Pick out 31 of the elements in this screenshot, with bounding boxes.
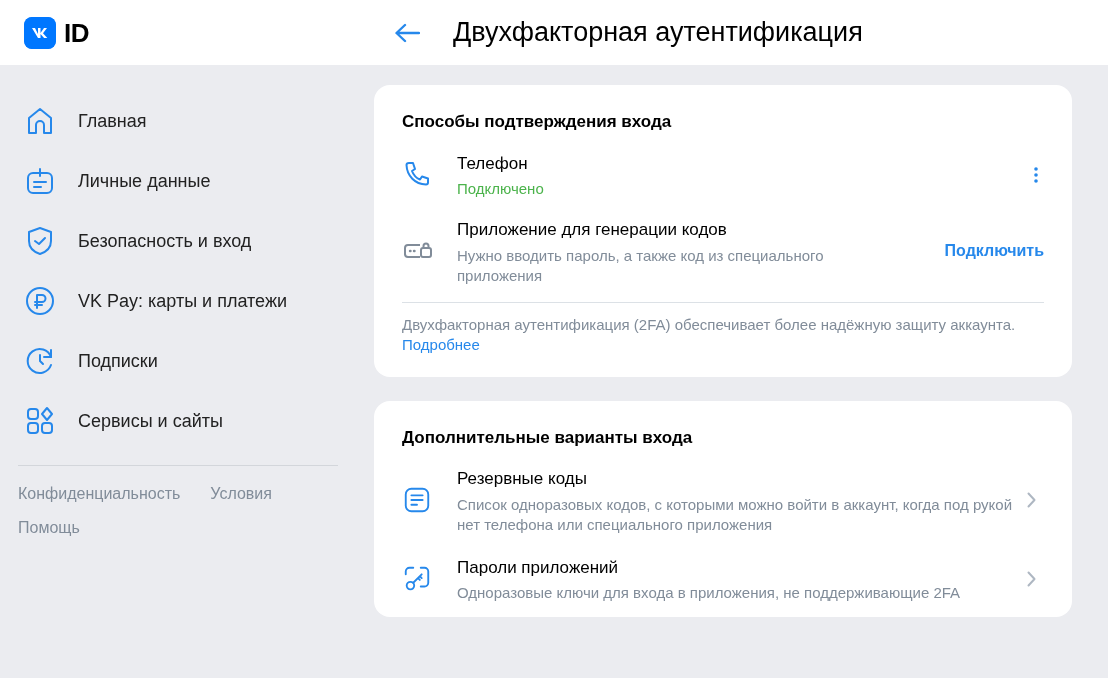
option-description: Список одноразовых кодов, с которыми можно войти в аккаунт, когда под рукой нет телефона или специального приложения [457, 494, 1014, 535]
more-menu-icon[interactable] [1034, 166, 1038, 183]
grid-icon [24, 405, 56, 437]
logo-text: ID [64, 19, 89, 46]
connect-link[interactable]: Подключить [944, 242, 1044, 260]
ruble-icon [24, 285, 56, 317]
sidebar-item[interactable]: Безопасность и вход [18, 211, 338, 271]
chevron-right-icon [1027, 570, 1036, 587]
method-description: Нужно вводить пароль, а также код из специального приложения [457, 245, 825, 286]
back-arrow-icon[interactable] [394, 22, 420, 43]
option-row[interactable]: Пароли приложений Одноразовые ключи для входа в приложения, не поддерживающие 2FA [402, 554, 1044, 603]
info-text: Двухфакторная аутентификация (2FA) обеспечивает более надёжную защиту аккаунта. Подробнее [402, 314, 1017, 355]
vk-logo-icon [24, 16, 56, 49]
sidebar-item[interactable]: VK Pay: карты и платежи [18, 271, 338, 331]
chevron-right-icon [1027, 492, 1036, 509]
option-title: Резервные коды [457, 468, 588, 490]
page-title: Двухфакторная аутентификация [453, 16, 863, 50]
sidebar-item[interactable]: Сервисы и сайты [18, 391, 338, 451]
method-title: Приложение для генерации кодов [457, 219, 728, 241]
option-description: Одноразовые ключи для входа в приложения, не поддерживающие 2FA [457, 583, 962, 603]
option-title: Пароли приложений [457, 556, 620, 579]
learn-more-link[interactable]: Подробнее [402, 335, 480, 353]
profile-card-icon [24, 165, 56, 197]
option-row[interactable]: Резервные коды Список одноразовых кодов, с которыми можно войти в аккаунт, когда под рукой нет телефона или специального приложения [402, 466, 1044, 535]
section-title: Способы подтверждения входа [402, 111, 673, 133]
sidebar-item[interactable]: Личные данные [18, 151, 338, 211]
sidebar-item[interactable]: Главная [18, 91, 338, 151]
section-title: Дополнительные варианты входа [402, 426, 694, 449]
status-text: Подключено [457, 179, 545, 199]
sidebar-item[interactable]: Подписки [18, 331, 338, 391]
method-title: Телефон [457, 152, 529, 175]
